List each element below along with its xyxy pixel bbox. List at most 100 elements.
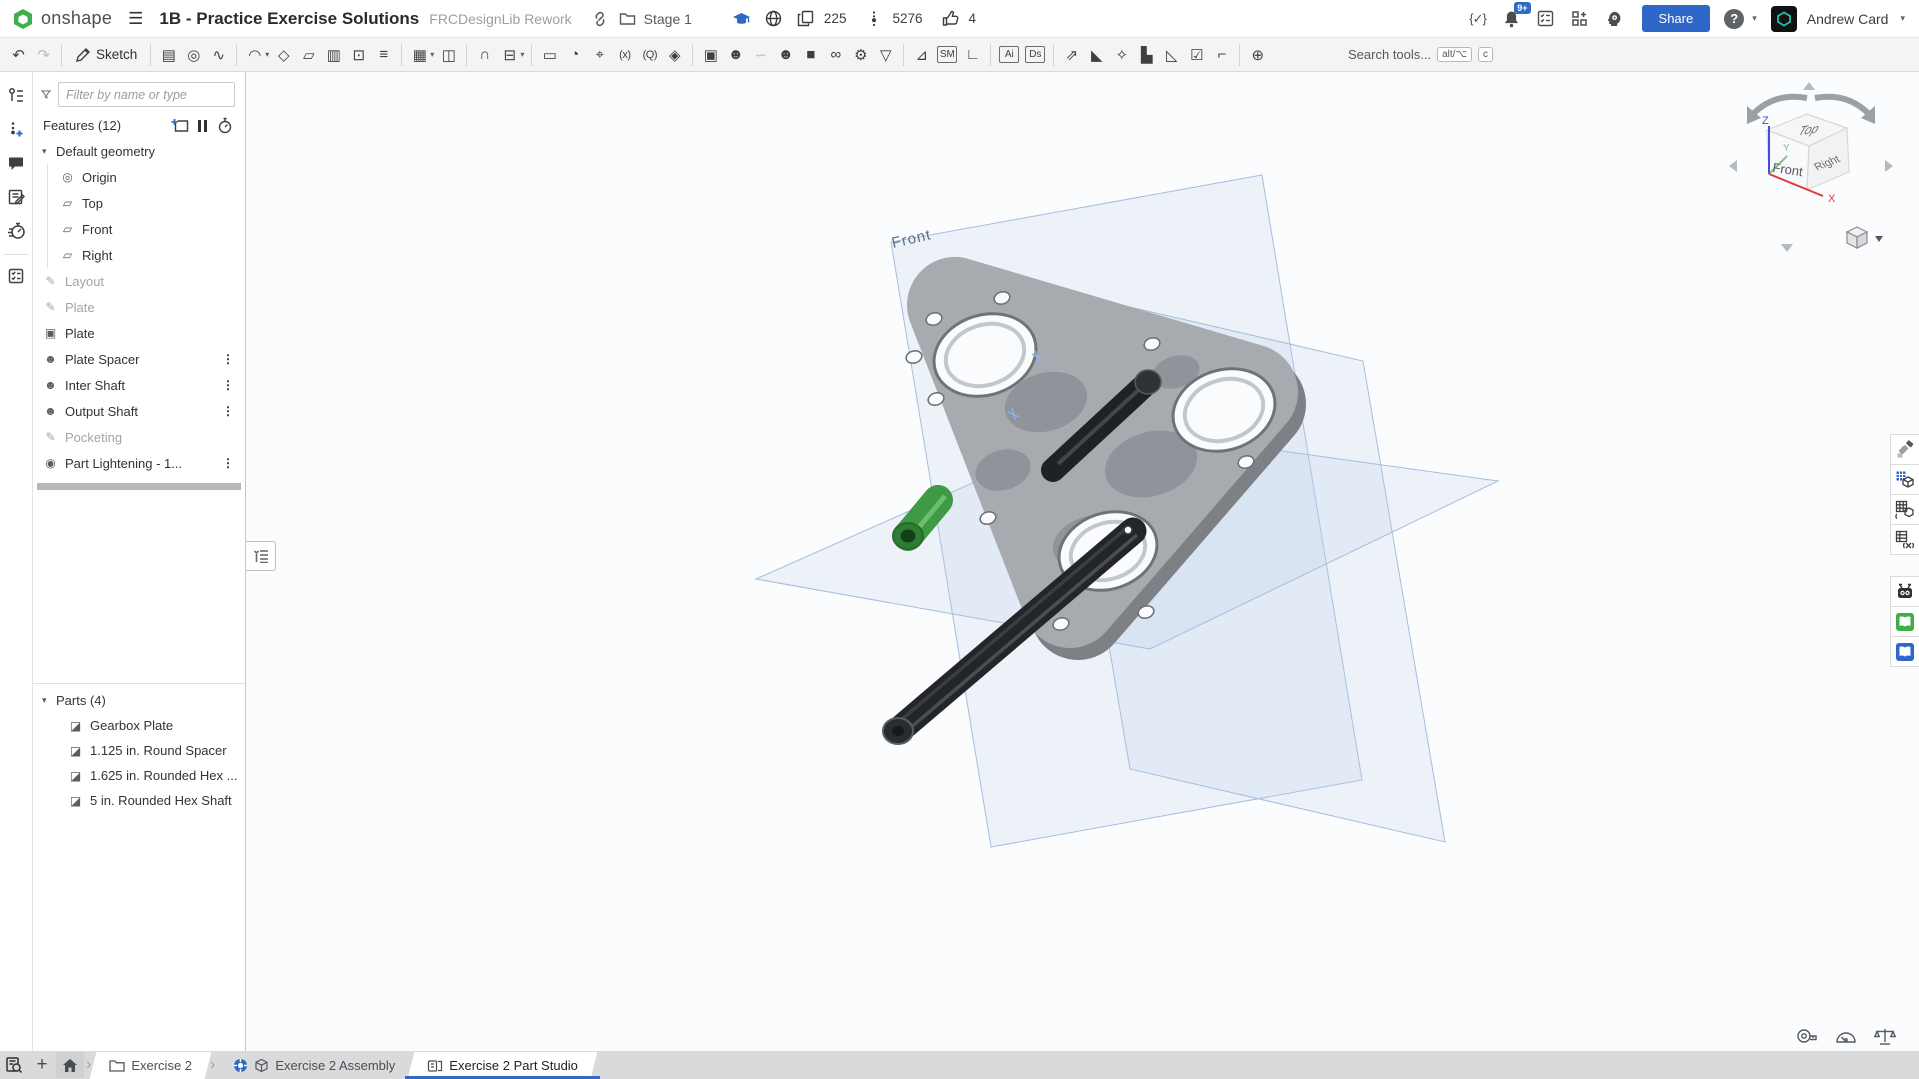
mate-connector-icon[interactable]: ◈ [662,42,687,68]
corner-icon[interactable]: ◣ [1084,42,1109,68]
split-chevron-down-icon[interactable]: ▾ [520,50,524,59]
nav-up-arrow[interactable] [1803,82,1815,90]
belt-icon[interactable]: ∞ [823,42,848,68]
avatar[interactable] [1771,6,1797,32]
feature-row-plate-spacer[interactable]: ☻ Plate Spacer ⋮ [33,346,245,372]
notifications-bell-icon[interactable]: 9+ [1501,8,1523,30]
feature-menu-dots-icon[interactable]: ⋮ [222,378,234,392]
filter-features-icon[interactable]: ▽ [873,42,898,68]
protractor-icon[interactable] [1834,1025,1858,1047]
green-library-icon[interactable] [1890,606,1919,637]
lasso-icon[interactable]: ∽ [748,42,773,68]
sheet-metal-icon[interactable]: SM [937,46,957,63]
collapse-chevron-icon[interactable]: ▾ [42,146,56,157]
feature-row-origin[interactable]: ◎ Origin [48,164,245,190]
flange-icon[interactable]: ∟ [960,42,985,68]
tab-manager-icon[interactable] [0,1052,28,1078]
ds-icon[interactable]: Ds [1025,46,1045,63]
configurations-icon[interactable] [1890,494,1919,525]
fs-check-icon[interactable]: ☑ [1184,42,1209,68]
feature-row-front-plane[interactable]: ▱ Front [48,216,245,242]
appearance-icon[interactable] [1890,434,1919,465]
collapse-chevron-icon[interactable]: ▾ [42,695,56,706]
blue-library-icon[interactable] [1890,636,1919,667]
history-add-icon[interactable] [3,114,29,144]
draft-icon[interactable]: ▱ [296,42,321,68]
feature-row-inter-shaft[interactable]: ☻ Inter Shaft ⋮ [33,372,245,398]
checklist-icon[interactable] [1535,8,1557,30]
cleanup-icon[interactable]: ✧ [1109,42,1134,68]
appearance-cube-icon[interactable]: ■ [798,42,823,68]
extrude-icon[interactable]: ▤ [156,42,181,68]
help-chevron-down-icon[interactable]: ▾ [1752,13,1757,24]
feature-row-top-plane[interactable]: ▱ Top [48,190,245,216]
tab-exercise-2[interactable]: Exercise 2 [93,1052,208,1079]
parts-header-row[interactable]: ▾ Parts (4) [33,688,245,713]
bom-table-icon[interactable] [1890,464,1919,495]
robot-features-icon[interactable] [1890,576,1919,607]
view-mode-chevron-down-icon[interactable] [1875,236,1883,242]
shell-icon[interactable]: ⊡ [346,42,371,68]
feature-menu-dots-icon[interactable]: ⋮ [222,352,234,366]
onshape-logo[interactable]: onshape [12,8,112,30]
rotate-left-arrow[interactable] [1753,97,1807,114]
wedge-icon[interactable]: ◺ [1159,42,1184,68]
hamburger-menu-icon[interactable]: ☰ [128,9,143,29]
helix-icon[interactable]: ◔ [562,42,587,68]
transform-icon[interactable]: ⌖ [587,42,612,68]
suppress-pause-icon[interactable] [191,120,213,132]
link-icon[interactable] [589,8,611,30]
document-panel-icon[interactable] [3,80,29,110]
view-cube[interactable]: Top Front Right Z X Y [1721,78,1901,263]
feature-row-default-geometry[interactable]: ▾ Default geometry [33,138,245,164]
tasks-icon[interactable] [3,261,29,291]
feature-row-layout[interactable]: ✎ Layout [33,268,245,294]
plane-icon[interactable]: ▭ [537,42,562,68]
shaded-cube-icon[interactable]: ▣ [698,42,723,68]
block-icon[interactable]: ▙ [1134,42,1159,68]
rib-icon[interactable]: ▥ [321,42,346,68]
revolve-icon[interactable]: ◎ [181,42,206,68]
nav-left-arrow[interactable] [1729,160,1737,172]
feature-row-right-plane[interactable]: ▱ Right [48,242,245,268]
folder-location-label[interactable]: Stage 1 [644,11,692,27]
filter-input[interactable] [58,82,235,107]
performance-icon[interactable] [3,216,29,246]
feature-row-plate-sketch[interactable]: ✎ Plate [33,294,245,320]
user-name[interactable]: Andrew Card [1807,11,1889,27]
apps-grid-icon[interactable] [1569,8,1591,30]
add-tab-button[interactable]: + [28,1052,56,1078]
part-row-hex-shaft[interactable]: ◪ 5 in. Rounded Hex Shaft [33,788,245,813]
feature-row-output-shaft[interactable]: ☻ Output Shaft ⋮ [33,398,245,424]
rotate-right-arrow[interactable] [1815,97,1869,114]
robot-feature-icon[interactable]: ☻ [723,42,748,68]
fillet-icon[interactable]: ◠ [242,42,267,68]
feature-row-plate[interactable]: ▣ Plate [33,320,245,346]
feature-list-flyout-toggle[interactable] [246,541,276,571]
view-mode-button[interactable] [1847,227,1883,248]
nav-right-arrow[interactable] [1885,160,1893,172]
pattern-chevron-down-icon[interactable]: ▾ [430,50,434,59]
part-row-rounded-hex[interactable]: ◪ 1.625 in. Rounded Hex ... [33,763,245,788]
search-tools[interactable]: Search tools... alt/⌥ c [1348,47,1493,62]
redo-icon[interactable]: ↷ [31,42,56,68]
filter-funnel-icon[interactable] [41,87,51,102]
expression-icon[interactable]: (Q) [637,42,662,68]
feature-row-pocketing[interactable]: ✎ Pocketing [33,424,245,450]
fillet-chevron-down-icon[interactable]: ▾ [265,50,269,59]
sketch-button[interactable]: Sketch [67,42,145,68]
help-button[interactable]: ? [1724,9,1744,29]
mirror-icon[interactable]: ◫ [436,42,461,68]
tape-measure-icon[interactable] [1795,1025,1819,1047]
insert-point-icon[interactable]: ⊕ [1245,42,1270,68]
origin-marker[interactable] [1124,526,1132,534]
boolean-icon[interactable]: ∩ [472,42,497,68]
robot-feature2-icon[interactable]: ☻ [773,42,798,68]
export-icon[interactable]: ⇗ [1059,42,1084,68]
3d-viewport[interactable]: Front [246,72,1919,1051]
home-tab-icon[interactable] [56,1052,84,1078]
thicken-icon[interactable]: ≡ [371,42,396,68]
tab-exercise-2-part-studio[interactable]: Exercise 2 Part Studio [411,1052,594,1079]
ai-assistant-icon[interactable] [1603,8,1625,30]
new-folder-icon[interactable] [169,118,191,133]
